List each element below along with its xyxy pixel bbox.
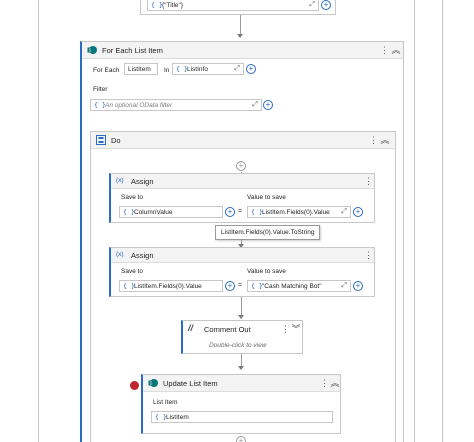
insert-activity-button[interactable]: +	[236, 436, 246, 442]
assign-title: Assign	[131, 177, 154, 186]
top-field-value: {"Title"}	[162, 2, 183, 9]
add-variable-button[interactable]: +	[353, 281, 363, 291]
error-indicator[interactable]	[130, 381, 139, 390]
assign-card-2[interactable]: (x) Assign ⋮ Save to Value to save { } L…	[109, 247, 375, 297]
save-to-label: Save to	[121, 194, 144, 201]
add-variable-button[interactable]: +	[246, 64, 256, 74]
add-variable-button[interactable]: +	[225, 207, 235, 217]
for-each-card[interactable]: S For Each List Item ⋮ ︽ For Each ListIt…	[80, 41, 404, 442]
assign-title: Assign	[131, 251, 154, 260]
for-each-title: For Each List Item	[102, 46, 163, 55]
collapse-icon[interactable]: ︽	[380, 135, 390, 146]
value-input[interactable]: { } "Cash Matching Bot" ⤢	[247, 280, 351, 292]
top-activity-field[interactable]: { } {"Title"} ⤢	[147, 0, 319, 11]
kebab-menu-icon[interactable]: ⋮	[364, 250, 373, 261]
filter-placeholder: An optional OData filter	[105, 102, 173, 109]
kebab-menu-icon[interactable]: ⋮	[364, 176, 373, 187]
for-each-label: For Each	[93, 67, 120, 74]
update-list-item-card[interactable]: S Update List Item ⋮ ︽ List Item { } Lis…	[141, 374, 341, 434]
for-each-header[interactable]: S For Each List Item ⋮ ︽	[82, 42, 403, 59]
list-item-input[interactable]: { } ListItem	[151, 411, 333, 423]
add-variable-button[interactable]: +	[353, 207, 363, 217]
comment-out-card[interactable]: // Comment Out ⋮ ︾ Double-click to view	[181, 320, 303, 354]
top-activity-card[interactable]: { } {"Title"} ⤢ +	[140, 0, 336, 15]
value-value: ListItem.Fields(0).Value	[262, 209, 330, 216]
save-to-value: ListItem.Fields(0).Value	[134, 283, 202, 290]
outer-rail-right	[414, 0, 415, 442]
expand-icon[interactable]: ︾	[291, 324, 301, 335]
brace-icon: { }	[94, 101, 106, 109]
collapse-icon[interactable]: ︽	[330, 378, 340, 389]
value-to-save-label: Value to save	[247, 268, 286, 275]
save-to-input[interactable]: { } ColumnValue	[119, 206, 223, 218]
assign-card-1[interactable]: (x) Assign ⋮ Save to Value to save { } C…	[109, 173, 375, 223]
comment-icon: //	[188, 323, 194, 333]
list-value: ListInfo	[187, 66, 208, 73]
value-input[interactable]: { } ListItem.Fields(0).Value ⤢	[247, 206, 351, 218]
brace-icon: { }	[251, 208, 263, 216]
equals-sign: =	[238, 282, 243, 289]
kebab-menu-icon[interactable]: ⋮	[320, 378, 329, 389]
do-card[interactable]: Do ⋮ ︽ + (x) Assign ⋮ Save to Value to s…	[90, 131, 396, 442]
in-label: In	[164, 67, 170, 74]
brace-icon: { }	[176, 65, 188, 73]
add-variable-button[interactable]: +	[321, 0, 331, 10]
update-list-item-header[interactable]: S Update List Item ⋮ ︽	[143, 375, 340, 392]
expand-editor-icon[interactable]: ⤢	[309, 1, 315, 9]
connector-line	[240, 15, 241, 35]
item-name-input[interactable]: ListItem	[124, 63, 158, 75]
connector-arrow	[238, 366, 244, 370]
sharepoint-icon: S	[87, 45, 97, 55]
add-variable-button[interactable]: +	[263, 100, 273, 110]
add-variable-button[interactable]: +	[225, 281, 235, 291]
brace-icon: { }	[155, 413, 167, 421]
save-to-label: Save to	[121, 268, 144, 275]
list-input[interactable]: { } ListInfo ⤢	[172, 63, 244, 75]
filter-label: Filter	[93, 86, 108, 93]
connector-line	[241, 297, 242, 317]
connector-arrow	[238, 315, 244, 319]
outer-rail-right2	[442, 0, 443, 442]
connector-arrow	[237, 34, 243, 38]
expand-editor-icon[interactable]: ⤢	[341, 282, 347, 290]
value-to-save-label: Value to save	[247, 194, 286, 201]
sharepoint-icon: S	[148, 378, 158, 388]
collapse-icon[interactable]: ︽	[391, 45, 401, 56]
expand-editor-icon[interactable]: ⤢	[234, 65, 240, 73]
brace-icon: { }	[123, 282, 135, 290]
update-list-item-title: Update List Item	[163, 379, 218, 388]
assign-header[interactable]: (x) Assign ⋮	[111, 248, 374, 263]
list-item-label: List Item	[153, 399, 178, 406]
insert-activity-button[interactable]: +	[236, 161, 246, 171]
comment-out-header[interactable]: // Comment Out ⋮ ︾	[183, 321, 302, 337]
value-value: "Cash Matching Bot"	[262, 283, 322, 290]
comment-out-hint: Double-click to view	[209, 342, 267, 349]
expand-editor-icon[interactable]: ⤢	[252, 101, 258, 109]
sequence-icon	[96, 135, 106, 145]
expand-editor-icon[interactable]: ⤢	[341, 208, 347, 216]
svg-text:S: S	[149, 381, 152, 386]
outer-rail-left	[38, 0, 39, 442]
filter-input[interactable]: { } An optional OData filter ⤢	[90, 99, 262, 111]
equals-sign: =	[238, 208, 243, 215]
save-to-input[interactable]: { } ListItem.Fields(0).Value	[119, 280, 223, 292]
brace-icon: { }	[251, 282, 263, 290]
svg-text:S: S	[88, 48, 91, 53]
kebab-menu-icon[interactable]: ⋮	[369, 135, 378, 146]
value-tooltip: ListItem.Fields(0).Value.ToString	[215, 225, 321, 240]
assign-header[interactable]: (x) Assign ⋮	[111, 174, 374, 189]
do-header[interactable]: Do ⋮ ︽	[91, 132, 395, 149]
assign-icon: (x)	[116, 251, 124, 258]
kebab-menu-icon[interactable]: ⋮	[281, 324, 290, 335]
do-title: Do	[111, 136, 121, 145]
brace-icon: { }	[151, 1, 163, 9]
list-item-value: ListItem	[166, 414, 189, 421]
save-to-value: ColumnValue	[134, 209, 173, 216]
kebab-menu-icon[interactable]: ⋮	[380, 45, 389, 56]
assign-icon: (x)	[116, 177, 124, 184]
brace-icon: { }	[123, 208, 135, 216]
comment-out-title: Comment Out	[204, 325, 251, 334]
